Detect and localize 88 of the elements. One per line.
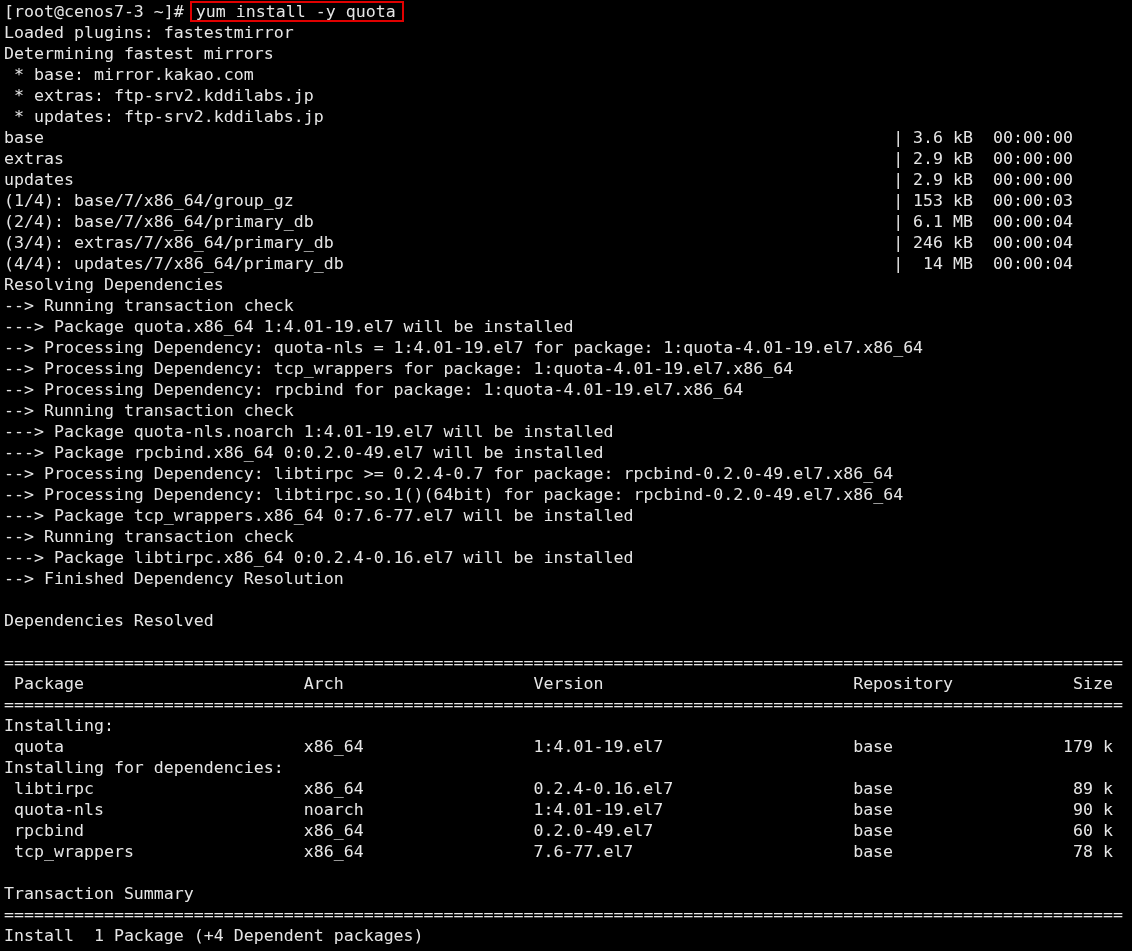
download-name: extras: [4, 149, 64, 168]
download-size: 14 MB: [923, 253, 974, 274]
output-line: ---> Package libtirpc.x86_64 0:0.2.4-0.16.el7 will be installed: [4, 547, 634, 568]
download-name: (2/4): base/7/x86_64/primary_db: [4, 212, 314, 231]
separator-line: ================================================================================================================: [4, 652, 1123, 673]
output-line: Loaded plugins: fastestmirror: [4, 22, 294, 43]
download-name: (3/4): extras/7/x86_64/primary_db: [4, 233, 334, 252]
download-time: 00:00:03: [993, 190, 1073, 211]
separator-line: ================================================================================================================: [4, 904, 1123, 925]
output-line: * base: mirror.kakao.com: [13, 64, 254, 85]
table-cell: Repository: [853, 674, 954, 693]
output-line: --> Running transaction check: [4, 526, 294, 547]
column-separator: |: [893, 253, 905, 274]
output-line: --> Processing Dependency: rpcbind for package: 1:quota-4.01-19.el7.x86_64: [4, 379, 744, 400]
table-cell: base: [853, 821, 894, 840]
output-line: Transaction Summary: [4, 883, 194, 904]
table-cell: quota-nls: [14, 800, 104, 819]
download-name: base: [4, 128, 44, 147]
column-separator: |: [893, 148, 905, 169]
download-size: 3.6 kB: [913, 127, 974, 148]
table-cell: tcp_wrappers: [14, 842, 134, 861]
output-line: ---> Package quota-nls.noarch 1:4.01-19.el7 will be installed: [4, 421, 614, 442]
download-size: 2.9 kB: [913, 148, 974, 169]
download-size: 246 kB: [913, 232, 974, 253]
output-line: Installing:: [4, 715, 114, 736]
output-line: * updates: ftp-srv2.kddilabs.jp: [13, 106, 324, 127]
table-cell: 89 k: [1072, 778, 1113, 799]
output-line: Determining fastest mirrors: [4, 43, 274, 64]
output-line: Install 1 Package (+4 Dependent packages): [4, 925, 424, 946]
table-cell: base: [853, 779, 894, 798]
output-line: --> Running transaction check: [4, 295, 294, 316]
output-line: --> Processing Dependency: quota-nls = 1:4.01-19.el7 for package: 1:quota-4.01-19.el7.x86_64: [4, 337, 924, 358]
table-cell: 1:4.01-19.el7: [533, 737, 664, 756]
download-time: 00:00:04: [993, 253, 1073, 274]
output-line: * extras: ftp-srv2.kddilabs.jp: [13, 85, 314, 106]
table-cell: Package: [14, 674, 84, 693]
column-separator: |: [893, 127, 905, 148]
output-line: Installing for dependencies:: [4, 757, 284, 778]
table-cell: 90 k: [1072, 799, 1113, 820]
download-name: (1/4): base/7/x86_64/group_gz: [4, 191, 294, 210]
download-time: 00:00:00: [993, 148, 1073, 169]
table-cell: 78 k: [1072, 841, 1113, 862]
output-line: --> Processing Dependency: tcp_wrappers for package: 1:quota-4.01-19.el7.x86_64: [4, 358, 794, 379]
download-size: 153 kB: [913, 190, 974, 211]
output-line: ---> Package tcp_wrappers.x86_64 0:7.6-77.el7 will be installed: [4, 505, 634, 526]
table-cell: libtirpc: [14, 779, 94, 798]
table-cell: base: [853, 737, 894, 756]
table-cell: x86_64: [303, 842, 364, 861]
table-cell: base: [853, 842, 894, 861]
download-time: 00:00:00: [993, 169, 1073, 190]
table-cell: 1:4.01-19.el7: [533, 800, 664, 819]
output-line: --> Processing Dependency: libtirpc.so.1()(64bit) for package: rpcbind-0.2.0-49.el7.x86_64: [4, 484, 904, 505]
table-cell: quota: [14, 737, 64, 756]
output-line: ---> Package quota.x86_64 1:4.01-19.el7 will be installed: [4, 316, 574, 337]
output-line: --> Processing Dependency: libtirpc >= 0.2.4-0.7 for package: rpcbind-0.2.0-49.el7.x86_64: [4, 463, 894, 484]
output-line: --> Running transaction check: [4, 400, 294, 421]
separator-line: ================================================================================================================: [4, 694, 1123, 715]
download-name: (4/4): updates/7/x86_64/primary_db: [4, 254, 344, 273]
column-separator: |: [893, 169, 905, 190]
table-cell: 0.2.0-49.el7: [533, 821, 654, 840]
download-name: updates: [4, 170, 74, 189]
table-cell: x86_64: [303, 737, 364, 756]
table-cell: 7.6-77.el7: [533, 842, 634, 861]
table-cell: noarch: [303, 800, 364, 819]
download-size: 6.1 MB: [913, 211, 974, 232]
command-text: yum install -y quota: [189, 1, 404, 22]
output-line: Resolving Dependencies: [4, 274, 224, 295]
output-line: Dependencies Resolved: [4, 610, 214, 631]
table-cell: x86_64: [303, 779, 364, 798]
download-size: 2.9 kB: [913, 169, 974, 190]
table-cell: 179 k: [1062, 736, 1113, 757]
table-cell: x86_64: [303, 821, 364, 840]
table-cell: Size: [1072, 673, 1113, 694]
table-cell: rpcbind: [14, 821, 84, 840]
table-cell: Version: [533, 674, 604, 693]
table-cell: 0.2.4-0.16.el7: [533, 779, 674, 798]
table-cell: base: [853, 800, 894, 819]
shell-prompt: [root@cenos7-3 ~]#: [4, 1, 184, 22]
download-time: 00:00:00: [993, 127, 1073, 148]
column-separator: |: [893, 232, 905, 253]
column-separator: |: [893, 211, 905, 232]
column-separator: |: [893, 190, 905, 211]
table-cell: 60 k: [1072, 820, 1113, 841]
output-line: ---> Package rpcbind.x86_64 0:0.2.0-49.el7 will be installed: [4, 442, 604, 463]
download-time: 00:00:04: [993, 211, 1073, 232]
download-time: 00:00:04: [993, 232, 1073, 253]
output-line: --> Finished Dependency Resolution: [4, 568, 344, 589]
table-cell: Arch: [303, 674, 344, 693]
